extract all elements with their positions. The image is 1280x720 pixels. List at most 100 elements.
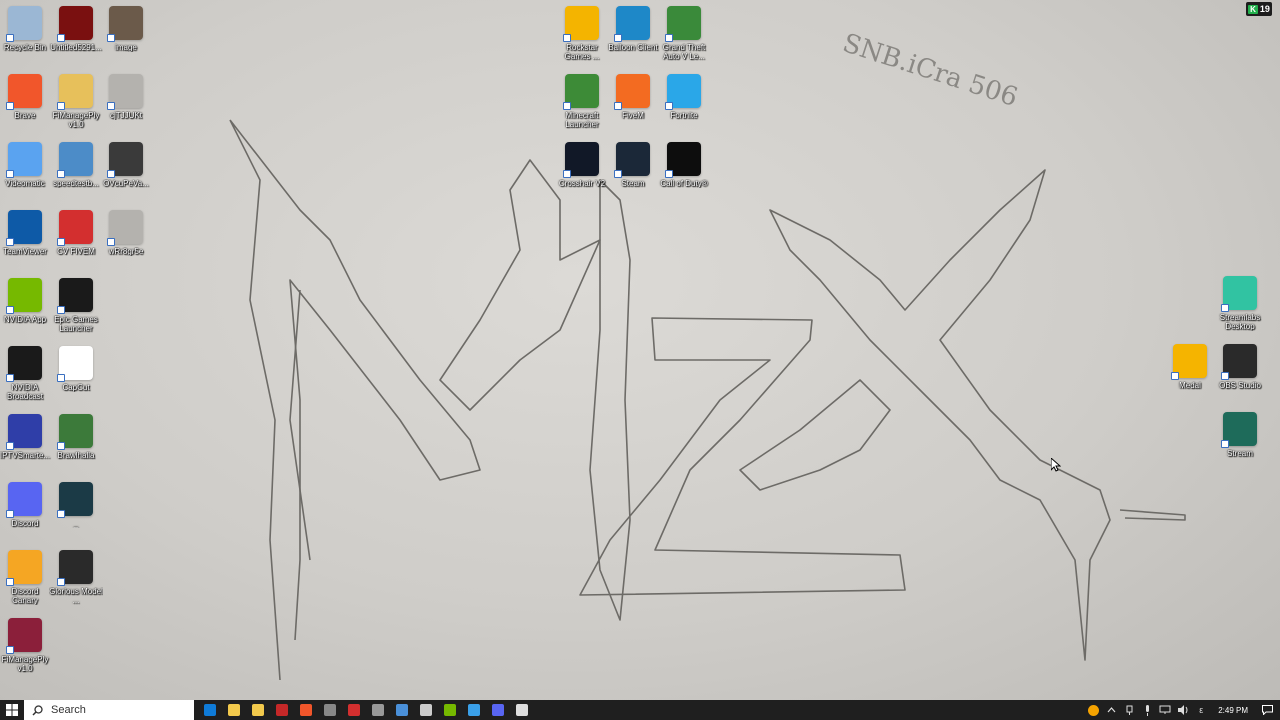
desktop-shortcut-pdf[interactable]: CV FIVEM <box>51 210 101 274</box>
desktop-shortcut-image[interactable]: OVcuPeVa... <box>101 142 151 206</box>
desktop-shortcut-gta[interactable]: Grand Theft Auto V Le... <box>659 6 709 70</box>
desktop-shortcut-label: FiveM <box>622 111 644 120</box>
desktop-shortcut-brawlhalla[interactable]: Brawlhalla <box>51 414 101 478</box>
desktop-shortcut-obs[interactable]: OBS Studio <box>1215 344 1265 408</box>
desktop-shortcut-label: Streamlabs Desktop <box>1219 313 1261 331</box>
desktop-shortcut-stream[interactable]: Stream <box>1215 412 1265 476</box>
desktop-shortcut-brave[interactable]: Brave <box>0 74 50 138</box>
folder-icon <box>57 74 93 110</box>
desktop-shortcut-rockstar[interactable]: Rockstar Games ... <box>557 6 607 70</box>
desktop-shortcut-file[interactable]: Untitled5291... <box>50 6 102 70</box>
taskbar-settings-button[interactable] <box>510 700 534 720</box>
nvidia-icon <box>6 278 42 314</box>
calendar-icon <box>252 704 264 716</box>
desktop-shortcut-mouse[interactable]: Glorious Model ... <box>49 550 103 614</box>
tray-app-icon[interactable] <box>1086 700 1100 720</box>
desktop-shortcut-label: FiManagePly v1.0 <box>1 655 49 673</box>
desktop-shortcut-image[interactable]: cjTJJUKt <box>101 74 151 138</box>
desktop-shortcut-crosshair[interactable]: Crosshair V2 <box>557 142 607 206</box>
taskbar-discord-button[interactable] <box>486 700 510 720</box>
taskbar-brave-button[interactable] <box>294 700 318 720</box>
shortcut-arrow-icon <box>563 34 571 42</box>
taskbar-steam-button[interactable] <box>390 700 414 720</box>
taskbar-calendar-button[interactable] <box>246 700 270 720</box>
usb-icon[interactable] <box>1122 700 1136 720</box>
taskbar-nvidia-button[interactable] <box>438 700 462 720</box>
desktop-shortcut-app[interactable]: _ <box>51 482 101 546</box>
brawlhalla-icon <box>57 414 93 450</box>
desktop-shortcut-image[interactable]: wRr8gr5e <box>101 210 151 274</box>
desktop-shortcut-label: Stream <box>1227 449 1253 458</box>
search-placeholder: Search <box>51 704 86 716</box>
badge-letter: K <box>1248 4 1258 14</box>
obs-icon <box>1221 344 1257 380</box>
crosshair-icon <box>324 704 336 716</box>
taskbar-pen-button[interactable] <box>414 700 438 720</box>
desktop-shortcut-winrar[interactable]: FiManagePly v1.0 <box>0 618 50 682</box>
notification-center-icon[interactable] <box>1258 700 1276 720</box>
desktop-shortcut-balloon-client[interactable]: Balloon Client <box>608 6 658 70</box>
search-icon <box>32 704 43 716</box>
shortcut-arrow-icon <box>665 34 673 42</box>
desktop-shortcut-nvidia[interactable]: NVIDIA App <box>0 278 50 342</box>
tool-icon <box>348 704 360 716</box>
taskbar-file-explorer-button[interactable] <box>222 700 246 720</box>
microphone-icon[interactable] <box>1140 700 1154 720</box>
taskbar-search-box[interactable]: Search <box>24 700 194 720</box>
desktop-shortcut-folder[interactable]: FiManagePly v1.0 <box>51 74 101 138</box>
notification-badge[interactable]: K 19 <box>1246 2 1272 16</box>
desktop-shortcut-discord[interactable]: Discord <box>0 482 50 546</box>
taskbar-overwolf-button[interactable] <box>366 700 390 720</box>
desktop-shortcut-discord-canary[interactable]: Discord Canary <box>0 550 50 614</box>
wallpaper-signature: SNB.iCra 506 <box>839 28 1021 113</box>
taskbar-tool-button[interactable] <box>342 700 366 720</box>
taskbar-crosshair-button[interactable] <box>318 700 342 720</box>
desktop-shortcut-epic-games[interactable]: Epic Games Launcher <box>51 278 101 342</box>
desktop-shortcut-nvidia-broadcast[interactable]: NVIDIA Broadcast <box>0 346 50 410</box>
shortcut-arrow-icon <box>57 102 65 110</box>
shortcut-arrow-icon <box>107 238 115 246</box>
desktop: SNB.iCra 506 Recycle Bin Brave Videomatic T… <box>0 0 1280 700</box>
desktop-shortcut-fortnite[interactable]: Fortnite <box>659 74 709 138</box>
shortcut-arrow-icon <box>563 102 571 110</box>
volume-icon[interactable] <box>1176 700 1190 720</box>
shortcut-arrow-icon <box>6 646 14 654</box>
desktop-shortcut-videomatic[interactable]: Videomatic <box>0 142 50 206</box>
desktop-shortcut-label: Grand Theft Auto V Le... <box>662 43 706 61</box>
shortcut-arrow-icon <box>6 442 14 450</box>
desktop-shortcut-label: cjTJJUKt <box>110 111 142 120</box>
desktop-shortcut-capcut[interactable]: CapCut <box>51 346 101 410</box>
desktop-shortcut-steam[interactable]: Steam <box>608 142 658 206</box>
start-button[interactable] <box>0 700 24 720</box>
desktop-shortcut-call-of-duty[interactable]: Call of Duty® <box>659 142 709 206</box>
shortcut-arrow-icon <box>57 510 65 518</box>
discord-icon <box>6 482 42 518</box>
image-icon <box>107 142 143 178</box>
desktop-shortcut-recycle-bin[interactable]: Recycle Bin <box>0 6 50 70</box>
desktop-shortcut-image[interactable]: image <box>101 6 151 70</box>
network-icon[interactable] <box>1158 700 1172 720</box>
desktop-shortcut-label: Steam <box>621 179 645 188</box>
stream-icon <box>1221 412 1257 448</box>
shortcut-arrow-icon <box>6 34 14 42</box>
language-indicator[interactable]: ε <box>1194 700 1208 720</box>
desktop-shortcut-fivem[interactable]: FiveM <box>608 74 658 138</box>
clock[interactable]: 2:49 PM <box>1212 706 1254 715</box>
shortcut-arrow-icon <box>6 102 14 110</box>
image-icon <box>107 210 143 246</box>
shortcut-arrow-icon <box>57 442 65 450</box>
badge-count: 19 <box>1259 4 1270 14</box>
taskbar-edge-button[interactable] <box>198 700 222 720</box>
desktop-shortcut-teamviewer[interactable]: TeamViewer <box>0 210 50 274</box>
desktop-shortcut-medal[interactable]: Medal <box>1165 344 1215 408</box>
desktop-shortcut-streamlabs[interactable]: Streamlabs Desktop <box>1215 276 1265 340</box>
discord-canary-icon <box>6 550 42 586</box>
taskbar-news-button[interactable] <box>270 700 294 720</box>
taskbar-snipping-button[interactable] <box>462 700 486 720</box>
desktop-shortcut-iptv[interactable]: IPTVSmarte... <box>0 414 50 478</box>
chevron-up-icon[interactable] <box>1104 700 1118 720</box>
shortcut-arrow-icon <box>6 238 14 246</box>
file-explorer-icon <box>228 704 240 716</box>
desktop-shortcut-computer[interactable]: speedtestb... <box>51 142 101 206</box>
desktop-shortcut-minecraft[interactable]: Minecraft Launcher <box>557 74 607 138</box>
